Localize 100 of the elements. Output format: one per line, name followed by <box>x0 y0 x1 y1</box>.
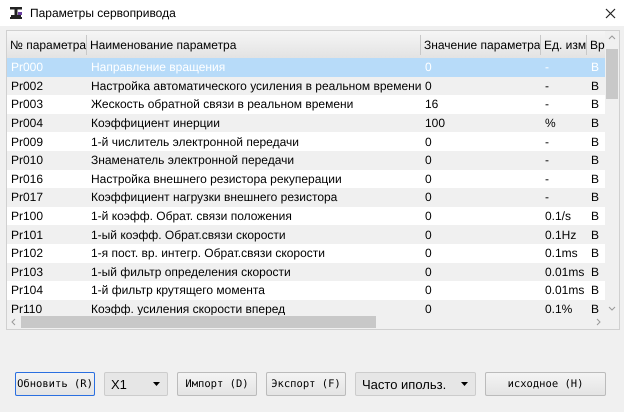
table-cell-text: Жескость обратной связи в реальном времени <box>90 97 354 112</box>
table-cell-text: 0 <box>424 172 433 186</box>
table-cell-text: 1-ый фильтр определения скорости <box>90 264 292 279</box>
table-row[interactable]: Pr004 Коэффициент инерции 100 % В <box>7 114 605 132</box>
table-cell-text: Pr104 <box>10 283 44 298</box>
table-cell-text: Pr010 <box>10 153 44 168</box>
table-cell-text: В <box>590 78 600 93</box>
dropdown[interactable]: X1 <box>104 372 168 396</box>
table-cell-text: Коэффициент инерции <box>90 116 221 130</box>
table-cell-text: 1-й числитель электронной передачи <box>90 134 300 149</box>
table-cell-text: 0 <box>424 60 433 74</box>
table-cell-text: 1-я пост. вр. интегр. Обрат.связи скорости <box>90 246 326 260</box>
table-cell-text: Pr102 <box>10 246 44 260</box>
table-cell-text: - <box>544 172 550 186</box>
table-cell-text: - <box>544 190 550 204</box>
table-cell-text: - <box>544 78 550 93</box>
table-cell-text: 0 <box>424 302 433 315</box>
table-cell-text: В <box>590 172 600 186</box>
table-row[interactable]: Pr102 1-я пост. вр. интегр. Обрат.связи скорости 0 0.1ms В <box>7 244 605 263</box>
table-cell-text: Pr101 <box>10 228 44 242</box>
table-row[interactable]: Pr016 Настройка внешнего резистора рекуперации 0 - В <box>7 170 605 188</box>
table-cell-text: 0.1Hz <box>544 228 578 242</box>
table-cell-text: 1-ый коэфф. Обрат.связи скорости <box>90 228 287 242</box>
table-cell-text: 0.1/s <box>544 209 572 224</box>
table-cell-text: Настройка внешнего резистора рекуперации <box>90 172 343 186</box>
table-cell-text: В <box>590 264 600 279</box>
table-cell-text: 0 <box>424 246 433 260</box>
vertical-scrollbar[interactable] <box>605 31 619 315</box>
scroll-thumb[interactable] <box>606 49 618 99</box>
table-cell-text: Pr000 <box>10 60 44 74</box>
table-cell-text: 0 <box>424 283 433 298</box>
table-cell-text: 0.01ms <box>544 264 586 279</box>
table-cell-text: Настройка автоматического усиления в реальном времени <box>90 78 421 93</box>
table-cell-text: В <box>590 60 600 74</box>
table-cell-text: Pr004 <box>10 116 44 130</box>
table-cell-text: В <box>590 134 600 149</box>
column-header[interactable]: Наименование параметра <box>87 34 421 54</box>
table-cell-text: В <box>590 228 600 242</box>
scroll-thumb[interactable] <box>21 316 376 328</box>
table-cell-text: 1-й коэфф. Обрат. связи положения <box>90 209 293 224</box>
table-cell-text: Направление вращения <box>90 60 226 74</box>
table-row[interactable]: Pr104 1-й фильтр крутящего момента 0 0.01ms В <box>7 281 605 300</box>
table-cell-text: Pr110 <box>10 302 44 315</box>
column-header[interactable]: Ед. изм <box>541 34 587 54</box>
table-row[interactable]: Pr009 1-й числитель электронной передачи 0 - В <box>7 132 605 151</box>
table-row[interactable]: Pr103 1-ый фильтр определения скорости 0 0.01ms В <box>7 262 605 282</box>
table-cell-text: 0.01ms <box>544 283 586 298</box>
table-cell-text: В <box>590 190 600 204</box>
dropdown[interactable]: Часто ипольз. <box>355 372 476 396</box>
table-cell-text: Pr100 <box>10 209 44 224</box>
window-title: Параметры сервопривода <box>30 6 177 20</box>
table-cell-text: 0 <box>424 264 433 279</box>
table-cell-text: - <box>544 134 550 149</box>
table-cell-text: 100 <box>424 116 446 130</box>
table-row[interactable]: Pr003 Жескость обратной связи в реальном времени 16 - В <box>7 95 605 114</box>
toolbar-button[interactable]: Экспорт (F) <box>266 372 346 396</box>
table-cell-text: 0 <box>424 153 433 168</box>
caret-icon <box>153 382 160 386</box>
toolbar-button[interactable]: Импорт (D) <box>177 372 257 396</box>
table-cell-text: В <box>590 246 600 260</box>
app-icon <box>9 6 23 20</box>
table-row[interactable]: Pr017 Коэффициент нагрузки внешнего резистора 0 - В <box>7 188 605 207</box>
table-cell-text: В <box>590 97 600 112</box>
table-cell-text: Pr009 <box>10 134 44 149</box>
table-cell-text: 0 <box>424 78 433 93</box>
table-cell-text: В <box>590 116 600 130</box>
table-cell-text: Pr002 <box>10 78 44 93</box>
horizontal-scrollbar[interactable] <box>7 315 619 329</box>
table-cell-text: 0 <box>424 134 433 149</box>
table-cell-text: Коэффициент нагрузки внешнего резистора <box>90 190 338 204</box>
toolbar-button[interactable]: исходное (H) <box>485 372 606 396</box>
table-cell-text: - <box>544 153 550 168</box>
table-cell-text: 0.1ms <box>544 246 579 260</box>
table-cell-text: В <box>590 283 600 298</box>
column-header[interactable]: Вр <box>587 34 605 54</box>
table-row[interactable]: Pr002 Настройка автоматического усиления в реальном времени 0 - В <box>7 76 605 96</box>
table-row[interactable]: Pr010 Знаменатель электронной передачи 0 - В <box>7 150 605 170</box>
table-cell-text: 0.1% <box>544 302 574 315</box>
table-cell-text: В <box>590 153 600 168</box>
table-cell-text: 1-й фильтр крутящего момента <box>90 283 266 298</box>
table-cell-text: В <box>590 302 600 315</box>
table-cell-text: - <box>544 97 550 112</box>
table-cell-text: - <box>544 60 550 74</box>
table-cell-text: В <box>590 209 600 224</box>
table-cell-text: 16 <box>424 97 440 112</box>
table-cell-text: Pr016 <box>10 172 44 186</box>
close-icon[interactable] <box>605 8 616 18</box>
column-header[interactable]: № параметра <box>7 34 87 54</box>
table-cell-text: 0 <box>424 228 433 242</box>
table-cell-text: 0 <box>424 209 433 224</box>
table-cell-text: % <box>544 116 557 130</box>
toolbar-button[interactable]: Обновить (R) <box>15 372 95 396</box>
table-cell-text: Pr017 <box>10 190 44 204</box>
table-cell-text: 0 <box>424 190 433 204</box>
table-row[interactable]: Pr100 1-й коэфф. Обрат. связи положения 0 0.1/s В <box>7 206 605 226</box>
caret-icon <box>461 382 468 386</box>
table-cell-text: Pr103 <box>10 264 44 279</box>
table-cell-text: Знаменатель электронной передачи <box>90 153 296 168</box>
table-row[interactable]: Pr101 1-ый коэфф. Обрат.связи скорости 0 0.1Hz В <box>7 225 605 244</box>
table-cell-text: Pr003 <box>10 97 44 112</box>
